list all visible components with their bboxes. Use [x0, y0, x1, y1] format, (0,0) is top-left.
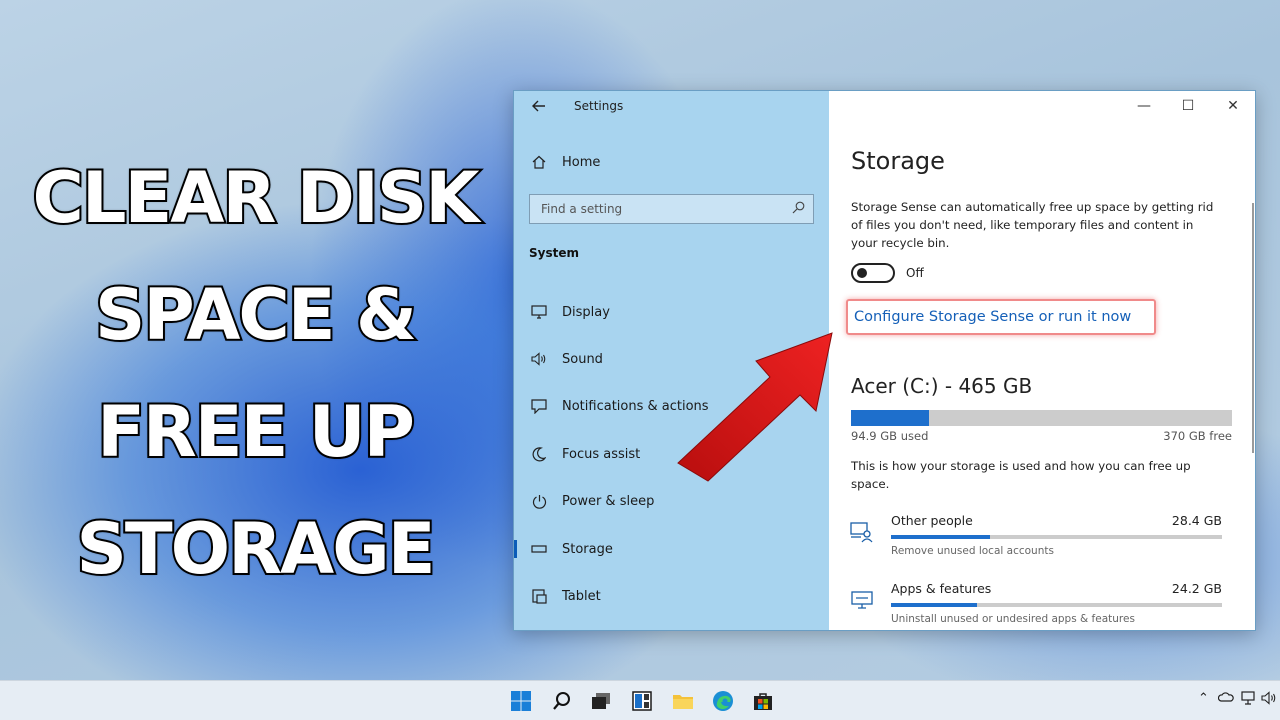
display-icon — [530, 303, 548, 321]
settings-window: Settings Home Find a setting System Disp… — [513, 90, 1256, 631]
store-icon[interactable] — [751, 689, 775, 713]
task-view-icon[interactable] — [589, 689, 613, 713]
configure-storage-sense-link[interactable]: Configure Storage Sense or run it now — [846, 299, 1156, 335]
headline-line-2: SPACE & — [93, 272, 419, 358]
maximize-button[interactable]: ☐ — [1173, 95, 1203, 117]
sidebar-item-label: Power & sleep — [562, 493, 655, 509]
drive-used-label: 94.9 GB used — [851, 429, 929, 443]
sidebar-item-label: Display — [562, 304, 610, 320]
toggle-state-label: Off — [906, 266, 924, 280]
edge-icon[interactable] — [711, 689, 735, 713]
back-arrow-icon[interactable] — [528, 96, 550, 118]
sidebar-item-tablet[interactable]: Tablet — [514, 579, 829, 613]
category-bar-fill — [891, 535, 991, 539]
sidebar-item-label: Tablet — [562, 588, 601, 604]
storage-sense-description: Storage Sense can automatically free up … — [851, 200, 1214, 250]
headline: CLEAR DISK SPACE & FREE UP STORAGE — [0, 140, 510, 608]
category-hint: Remove unused local accounts — [891, 545, 1054, 557]
sidebar-item-storage[interactable]: Storage — [514, 532, 829, 566]
widgets-icon[interactable] — [630, 689, 654, 713]
drive-usage-bar — [851, 410, 1232, 426]
category-hint: Uninstall unused or undesired apps & fea… — [891, 613, 1135, 625]
storage-icon — [530, 540, 548, 558]
focus-assist-icon — [530, 445, 548, 463]
sidebar-item-label: Home — [562, 154, 601, 170]
toggle-knob — [857, 268, 867, 278]
network-icon[interactable] — [1240, 691, 1256, 709]
sidebar-item-label: Sound — [562, 351, 603, 367]
drive-title: Acer (C:) - 465 GB — [851, 374, 1033, 398]
taskbar: ⌃ — [0, 680, 1280, 720]
category-apps-features[interactable]: Apps & features 24.2 GB Uninstall unused… — [849, 581, 1234, 630]
category-size: 28.4 GB — [1171, 513, 1222, 528]
search-input[interactable]: Find a setting — [529, 194, 814, 224]
close-button[interactable]: ✕ — [1218, 95, 1248, 117]
category-name: Other people — [891, 513, 973, 528]
headline-line-3: FREE UP — [95, 389, 417, 475]
category-name: Apps & features — [891, 581, 992, 596]
drive-usage-fill — [851, 410, 929, 426]
volume-icon[interactable] — [1261, 691, 1277, 709]
scrollbar[interactable] — [1252, 203, 1254, 453]
apps-features-icon — [849, 589, 875, 611]
home-icon — [530, 153, 548, 171]
other-people-icon — [849, 521, 875, 543]
page-title: Storage — [851, 147, 945, 175]
headline-line-4: STORAGE — [74, 506, 437, 592]
file-explorer-icon[interactable] — [671, 689, 695, 713]
search-icon — [792, 201, 805, 217]
category-bar-fill — [891, 603, 978, 607]
sidebar-item-label: Focus assist — [562, 446, 641, 462]
sound-icon — [530, 350, 548, 368]
section-label: System — [529, 246, 579, 260]
sidebar-item-home[interactable]: Home — [514, 145, 829, 179]
search-placeholder: Find a setting — [541, 202, 623, 216]
sidebar-item-display[interactable]: Display — [514, 295, 829, 329]
sidebar-item-label: Storage — [562, 541, 613, 557]
red-arrow-annotation — [677, 332, 833, 482]
notifications-icon — [530, 397, 548, 415]
storage-content-pane: — ☐ ✕ Storage Storage Sense can automati… — [829, 91, 1255, 630]
minimize-button[interactable]: — — [1129, 95, 1159, 117]
power-icon — [530, 492, 548, 510]
category-bar — [891, 535, 1222, 539]
category-size: 24.2 GB — [1171, 581, 1222, 596]
tablet-icon — [530, 587, 548, 605]
chevron-up-icon[interactable]: ⌃ — [1198, 691, 1209, 706]
onedrive-icon[interactable] — [1217, 691, 1234, 707]
search-icon[interactable] — [550, 689, 574, 713]
category-bar — [891, 603, 1222, 607]
drive-free-label: 370 GB free — [1163, 429, 1232, 443]
start-icon[interactable] — [509, 689, 533, 713]
usage-description: This is how your storage is used and how… — [851, 459, 1191, 491]
storage-sense-toggle[interactable] — [851, 263, 895, 283]
headline-line-1: CLEAR DISK — [30, 155, 481, 241]
window-title: Settings — [574, 99, 624, 113]
category-other-people[interactable]: Other people 28.4 GB Remove unused local… — [849, 513, 1234, 571]
